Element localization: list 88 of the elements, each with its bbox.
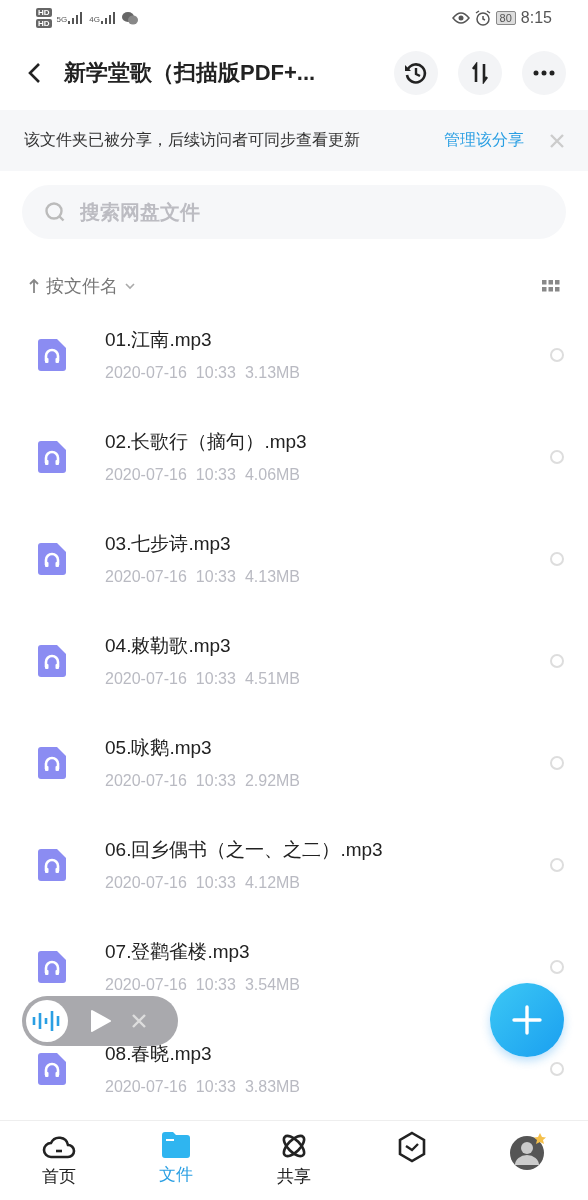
- file-date: 2020-07-16: [105, 874, 187, 893]
- file-size: 3.13MB: [244, 364, 301, 383]
- file-name: 08.春晓.mp3: [105, 1042, 213, 1067]
- grid-view-icon[interactable]: [542, 280, 560, 292]
- file-time: 10:33: [195, 466, 236, 485]
- audio-file-icon: [38, 747, 66, 779]
- select-radio[interactable]: [550, 348, 564, 362]
- add-button[interactable]: [490, 983, 564, 1057]
- nav-tab[interactable]: 共享: [235, 1121, 353, 1200]
- file-size: 3.83MB: [244, 1078, 301, 1097]
- file-size: 4.06MB: [244, 466, 301, 485]
- audio-file-icon: [38, 951, 66, 983]
- banner-text: 该文件夹已被分享，后续访问者可同步查看更新: [24, 130, 361, 151]
- network-label: 4G: [89, 15, 100, 25]
- chevron-down-icon: [124, 282, 136, 290]
- hd-badge: HD: [36, 8, 52, 18]
- audio-file-icon: [38, 441, 66, 473]
- file-time: 10:33: [195, 772, 236, 791]
- signal-icon: [100, 12, 117, 25]
- close-icon[interactable]: [550, 133, 564, 148]
- file-name: 01.江南.mp3: [105, 328, 213, 353]
- file-size: 2.92MB: [244, 772, 301, 791]
- clock-time: 8:15: [520, 9, 552, 28]
- file-name: 03.七步诗.mp3: [105, 532, 232, 557]
- alarm-icon: [474, 10, 491, 27]
- file-date: 2020-07-16: [105, 568, 187, 587]
- select-radio[interactable]: [550, 552, 564, 566]
- eye-icon: [451, 12, 470, 25]
- history-button[interactable]: [394, 51, 438, 96]
- file-size: 4.51MB: [244, 670, 301, 689]
- audio-file-icon: [38, 339, 66, 371]
- network-label: 5G: [56, 15, 68, 25]
- audio-file-icon: [38, 645, 66, 677]
- file-name: 05.咏鹅.mp3: [105, 736, 213, 761]
- more-icon: [533, 70, 555, 77]
- file-date: 2020-07-16: [105, 670, 187, 689]
- file-name: 07.登鹳雀楼.mp3: [105, 940, 251, 965]
- file-name: 02.长歌行（摘句）.mp3: [105, 430, 308, 455]
- select-radio[interactable]: [550, 858, 564, 872]
- nav-label: 首页: [41, 1166, 76, 1188]
- history-icon: [403, 60, 429, 87]
- nav-label: 共享: [277, 1166, 311, 1188]
- select-radio[interactable]: [550, 450, 564, 464]
- file-size: 3.54MB: [244, 976, 301, 995]
- file-time: 10:33: [195, 976, 236, 995]
- sort-button[interactable]: [458, 51, 502, 96]
- folder-title: 新学堂歌（扫描版PDF+...: [64, 59, 317, 88]
- plus-icon: [512, 1005, 542, 1035]
- search-field[interactable]: 搜索网盘文件: [22, 185, 566, 240]
- sound-wave-icon: [32, 1010, 62, 1032]
- nav-tab[interactable]: 文件: [117, 1121, 236, 1200]
- nav-tab[interactable]: 首页: [0, 1121, 118, 1200]
- select-radio[interactable]: [550, 654, 564, 668]
- file-date: 2020-07-16: [105, 466, 187, 485]
- search-icon: [44, 201, 66, 224]
- battery-level: 80: [495, 11, 516, 26]
- audio-file-icon: [38, 1053, 66, 1085]
- audio-player-pill[interactable]: [22, 996, 178, 1046]
- more-button[interactable]: [522, 51, 566, 96]
- select-radio[interactable]: [550, 756, 564, 770]
- file-time: 10:33: [195, 670, 236, 689]
- file-name: 06.回乡偶书（之一、之二）.mp3: [105, 838, 384, 863]
- manage-share-link[interactable]: 管理该分享: [444, 130, 524, 152]
- chat-icon: [121, 11, 138, 25]
- file-time: 10:33: [195, 568, 236, 587]
- file-date: 2020-07-16: [105, 772, 187, 791]
- hd-badge: HD: [36, 19, 52, 29]
- sort-arrows-icon: [469, 62, 491, 85]
- play-icon[interactable]: [90, 1009, 112, 1033]
- file-time: 10:33: [195, 364, 236, 383]
- signal-icon: [68, 12, 85, 25]
- file-time: 10:33: [195, 1078, 236, 1097]
- file-size: 4.12MB: [244, 874, 301, 893]
- audio-file-icon: [38, 849, 66, 881]
- file-name: 04.敕勒歌.mp3: [105, 634, 232, 659]
- file-size: 4.13MB: [244, 568, 301, 587]
- sort-dropdown[interactable]: 按文件名: [28, 274, 542, 298]
- folder-icon: [160, 1131, 193, 1159]
- file-date: 2020-07-16: [105, 1078, 187, 1097]
- select-radio[interactable]: [550, 960, 564, 974]
- nav-label: 文件: [159, 1164, 194, 1186]
- arrow-up-icon: [28, 278, 40, 294]
- audio-file-icon: [38, 543, 66, 575]
- file-date: 2020-07-16: [105, 976, 187, 995]
- close-icon[interactable]: [132, 1014, 146, 1028]
- file-time: 10:33: [195, 874, 236, 893]
- file-date: 2020-07-16: [105, 364, 187, 383]
- select-radio[interactable]: [550, 1062, 564, 1076]
